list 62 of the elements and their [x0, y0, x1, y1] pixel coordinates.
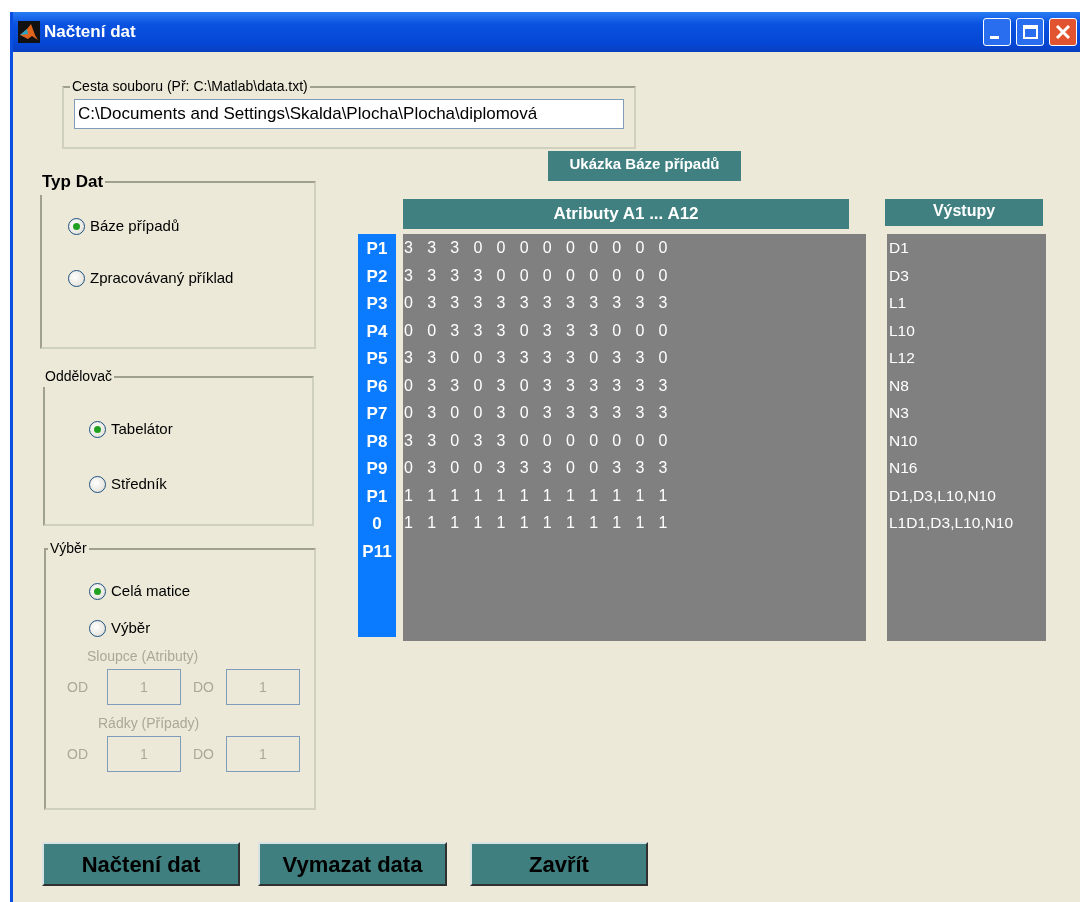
row-label: P1	[366, 485, 388, 508]
row-label: P8	[366, 430, 388, 453]
path-input-field[interactable]: C:\Documents and Settings\Skalda\Plocha\Plocha\diplomová	[74, 99, 624, 129]
row-label: P11	[362, 540, 392, 563]
attribute-row-text: 0 3 3 3 3 3 3 3 3 3 3 3	[404, 293, 674, 313]
radio-label: Výběr	[111, 617, 151, 638]
output-value: L1D1,D3,L10,N10	[889, 513, 1015, 533]
action-button[interactable]: Načtení dat	[42, 842, 240, 886]
row-label: P3	[366, 293, 388, 315]
output-value: D1	[889, 238, 910, 258]
output-value: L12	[889, 348, 916, 368]
radio-label: Zpracovávaný příklad	[90, 268, 234, 289]
radio-button[interactable]: Zpracovávaný příklad	[68, 268, 314, 289]
radio-label: Báze případů	[90, 216, 180, 237]
radio-label: Tabelátor	[111, 418, 173, 439]
row-label: P4	[366, 320, 388, 343]
group-title: Typ Dat	[41, 171, 105, 193]
attribute-row-text: 0 3 3 0 3 0 3 3 3 3 3 3	[404, 375, 674, 396]
attribute-row-text: 3 3 0 0 3 3 3 3 0 3 3 0	[404, 348, 674, 368]
output-value: D1,D3,L10,N10	[889, 485, 997, 506]
row-label: P6	[366, 375, 388, 398]
output-value: D3	[889, 265, 910, 286]
group-title: Výběr	[49, 539, 88, 558]
attribute-row-text: 1 1 1 1 1 1 1 1 1 1 1 1	[404, 513, 674, 533]
attribute-row-text: 0 3 0 0 3 3 3 0 0 3 3 3	[404, 458, 674, 478]
range-label: Sloupce (Atributy)	[87, 647, 199, 666]
group-title: Oddělovač	[44, 367, 113, 386]
attribute-row-text: 1 1 1 1 1 1 1 1 1 1 1 1	[404, 485, 674, 506]
radio-button[interactable]: Tabelátor	[89, 419, 312, 439]
output-value: L10	[889, 320, 916, 341]
radio-button[interactable]: Středník	[89, 474, 312, 494]
row-label: 0	[372, 513, 382, 535]
row-label: P7	[366, 403, 388, 425]
output-value: N8	[889, 375, 910, 396]
output-value: N16	[889, 458, 919, 478]
group-title: Cesta souboru (Př: C:\Matlab\data.txt)	[71, 77, 309, 96]
from-label: OD	[67, 744, 89, 764]
radio-label: Celá matice	[111, 580, 191, 601]
preview-title: Ukázka Báze případů	[548, 151, 741, 181]
output-value: N3	[889, 403, 910, 423]
to-label: DO	[193, 677, 215, 697]
output-value: N10	[889, 430, 919, 451]
row-label: P5	[366, 348, 388, 370]
radio-label: Středník	[111, 473, 167, 494]
outputs-header: Výstupy	[885, 199, 1043, 226]
from-label: OD	[67, 677, 89, 697]
row-label: P9	[366, 458, 388, 480]
row-label: P2	[366, 265, 388, 288]
action-button[interactable]: Vymazat data	[258, 842, 447, 886]
attribute-row-text: 0 3 0 0 3 0 3 3 3 3 3 3	[404, 403, 674, 423]
row-label: P1	[366, 238, 388, 260]
attribute-row-text: 3 3 3 0 0 0 0 0 0 0 0 0	[404, 238, 674, 258]
action-button[interactable]: Zavřít	[470, 842, 648, 886]
window-title: Načtení dat	[44, 21, 136, 44]
output-value: L1	[889, 293, 908, 313]
radio-button[interactable]: Báze případů	[68, 216, 314, 237]
attributes-header: Atributy A1 ... A12	[403, 199, 849, 229]
attribute-row-text: 0 0 3 3 3 0 3 3 3 0 0 0	[404, 320, 674, 341]
attribute-row-text: 3 3 3 3 0 0 0 0 0 0 0 0	[404, 265, 674, 286]
range-label: Rádky (Případy)	[98, 714, 200, 733]
attribute-row-text: 3 3 0 3 3 0 0 0 0 0 0 0	[404, 430, 674, 451]
to-label: DO	[193, 744, 215, 764]
